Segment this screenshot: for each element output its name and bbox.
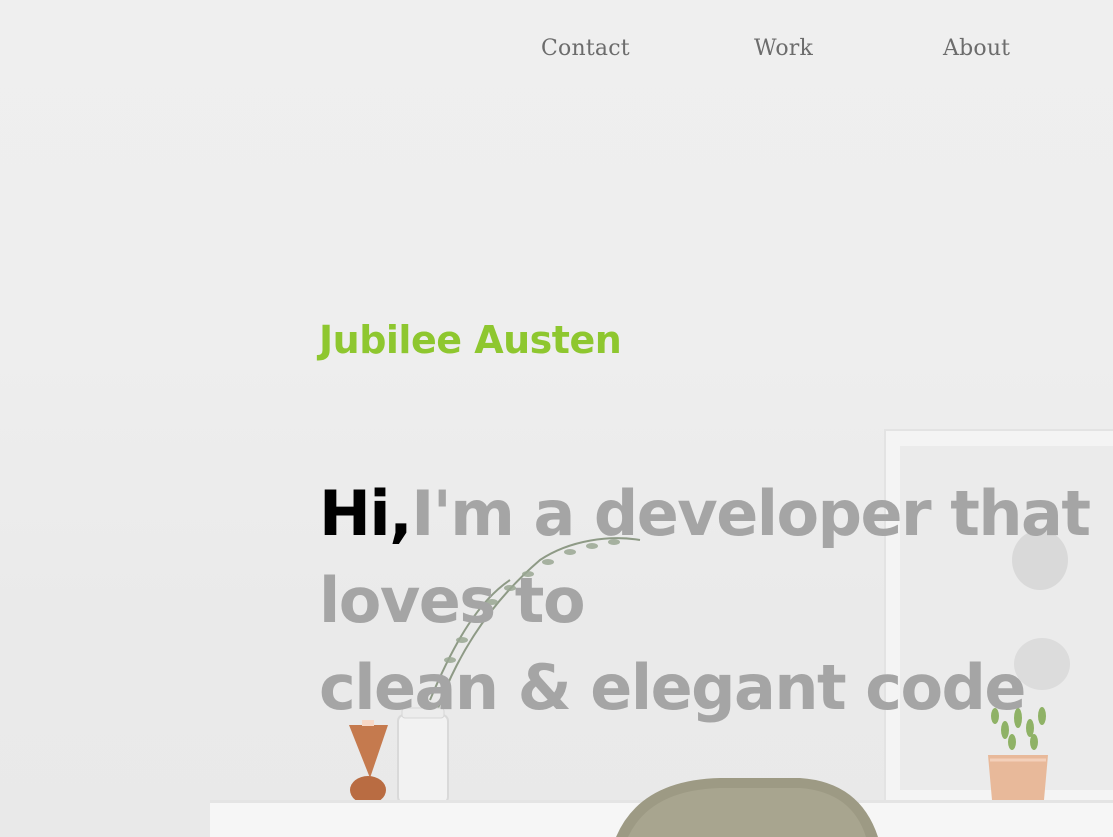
chair <box>616 778 878 837</box>
developer-name: Jubilee Austen <box>319 318 622 362</box>
headline-line-3: clean & elegant code <box>319 651 1026 724</box>
headline-text-1: I'm a developer that <box>411 477 1091 550</box>
headline-line-1: Hi,I'm a developer that <box>319 470 1091 557</box>
hero-headline: Hi,I'm a developer that loves to clean &… <box>319 470 1091 731</box>
nav-link-contact[interactable]: Contact <box>541 36 630 61</box>
greeting: Hi, <box>319 477 413 550</box>
nav-link-about[interactable]: About <box>943 36 1010 61</box>
nav-link-work[interactable]: Work <box>754 36 813 61</box>
main-nav: Contact Work About <box>0 36 1113 68</box>
headline-line-2: loves to <box>319 564 586 637</box>
wooden-figure <box>349 720 388 804</box>
